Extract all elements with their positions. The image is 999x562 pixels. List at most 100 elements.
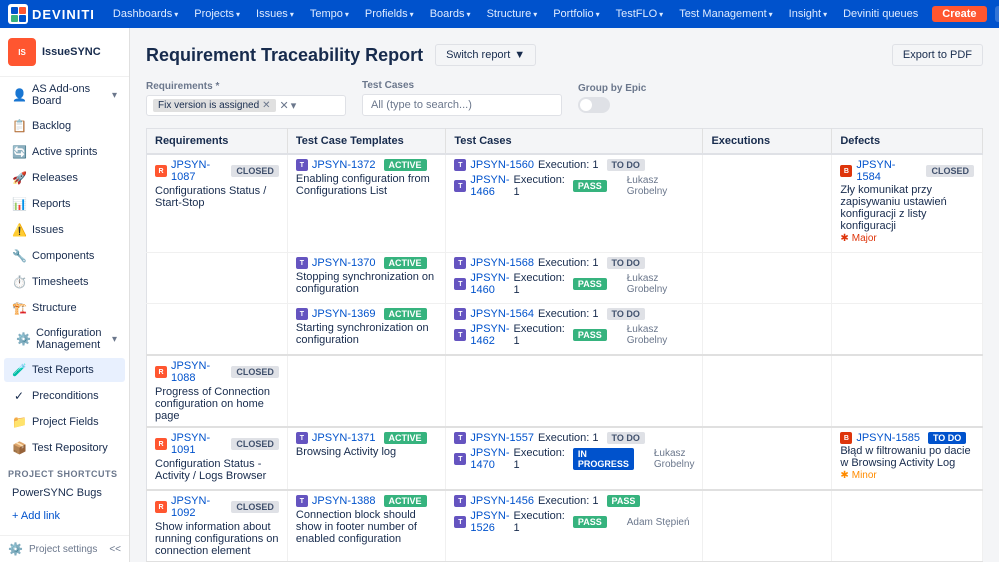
nav-dashboards[interactable]: Dashboards▾	[107, 6, 184, 22]
tct-link[interactable]: T JPSYN-1370 ACTIVE	[296, 257, 437, 269]
tc-id[interactable]: JPSYN-1564	[470, 308, 534, 320]
sidebar-item-test-repository[interactable]: 📦 Test Repository	[4, 436, 125, 460]
tct-link[interactable]: T JPSYN-1371 ACTIVE	[296, 432, 437, 444]
sidebar-project-header[interactable]: IS IssueSYNC	[0, 28, 129, 77]
tc-user: Łukasz Grobelny	[627, 273, 695, 295]
severity-label: Major	[852, 233, 877, 244]
sidebar-item-config-mgmt[interactable]: ⚙️ Configuration Management ▾	[8, 322, 125, 356]
req-id[interactable]: JPSYN-1092	[171, 495, 223, 519]
sidebar-item-issues[interactable]: ⚠️ Issues	[4, 218, 125, 242]
defect-id[interactable]: JPSYN-1584	[856, 159, 918, 183]
req-icon: R	[155, 165, 167, 177]
project-settings[interactable]: ⚙️ Project settings <<	[0, 535, 129, 562]
tct-id[interactable]: JPSYN-1388	[312, 495, 376, 507]
tc-status-badge: To Do	[607, 159, 645, 171]
req-item: R JPSYN-1087 CLOSED Configurations Statu…	[155, 159, 279, 209]
collapse-sidebar-button[interactable]: <<	[109, 544, 121, 555]
export-pdf-button[interactable]: Export to PDF	[892, 44, 983, 66]
tc-exec-label: Execution: 1	[514, 272, 565, 296]
nav-testflo[interactable]: TestFLO▾	[610, 6, 670, 22]
sidebar-item-preconditions[interactable]: ✓ Preconditions	[4, 384, 125, 408]
nav-issues[interactable]: Issues▾	[250, 6, 300, 22]
sidebar-item-components[interactable]: 🔧 Components	[4, 244, 125, 268]
add-link-button[interactable]: + Add link	[4, 506, 125, 526]
tc-id[interactable]: JPSYN-1557	[470, 432, 534, 444]
timesheets-icon: ⏱️	[12, 275, 26, 289]
th-test-case-templates: Test Case Templates	[287, 129, 445, 155]
defect-cell	[832, 253, 983, 304]
sidebar-item-project-fields[interactable]: 📁 Project Fields	[4, 410, 125, 434]
nav-projects[interactable]: Projects▾	[188, 6, 246, 22]
report-table: Requirements Test Case Templates Test Ca…	[146, 128, 983, 562]
tc-cell: T JPSYN-1564 Execution: 1 To Do T JPSYN-…	[446, 304, 703, 356]
defect-link[interactable]: B JPSYN-1585 TO DO	[840, 432, 974, 444]
nav-insight[interactable]: Insight▾	[783, 6, 833, 22]
create-button[interactable]: Create	[932, 6, 986, 22]
sidebar: IS IssueSYNC 👤 AS Add-ons Board ▾ 📋 Back…	[0, 28, 130, 562]
req-link[interactable]: R JPSYN-1092 CLOSED	[155, 495, 279, 519]
tc-id[interactable]: JPSYN-1568	[470, 257, 534, 269]
sidebar-item-label: Structure	[32, 302, 77, 314]
tc-exec-label: Execution: 1	[514, 510, 565, 534]
req-icon: R	[155, 366, 167, 378]
req-id[interactable]: JPSYN-1088	[171, 360, 223, 384]
defect-id[interactable]: JPSYN-1585	[856, 432, 920, 444]
req-link[interactable]: R JPSYN-1091 CLOSED	[155, 432, 279, 456]
sidebar-item-releases[interactable]: 🚀 Releases	[4, 166, 125, 190]
nav-profields[interactable]: Profields▾	[359, 6, 420, 22]
sidebar-item-addons[interactable]: 👤 AS Add-ons Board ▾	[4, 78, 125, 112]
nav-tempo[interactable]: Tempo▾	[304, 6, 355, 22]
tc-id[interactable]: JPSYN-1456	[470, 495, 534, 507]
nav-test-management[interactable]: Test Management▾	[673, 6, 778, 22]
tc-id[interactable]: JPSYN-1466	[470, 174, 509, 198]
sidebar-shortcut-powersync[interactable]: PowerSYNC Bugs	[4, 482, 125, 504]
tc-id[interactable]: JPSYN-1462	[470, 323, 509, 347]
defect-link[interactable]: B JPSYN-1584 CLOSED	[840, 159, 974, 183]
nav-portfolio[interactable]: Portfolio▾	[547, 6, 605, 22]
tct-link[interactable]: T JPSYN-1388 ACTIVE	[296, 495, 437, 507]
req-id[interactable]: JPSYN-1091	[171, 432, 223, 456]
tct-id[interactable]: JPSYN-1369	[312, 308, 376, 320]
tct-link[interactable]: T JPSYN-1369 ACTIVE	[296, 308, 437, 320]
nav-boards[interactable]: Boards▾	[424, 6, 477, 22]
tc-id[interactable]: JPSYN-1560	[470, 159, 534, 171]
requirements-filter-input[interactable]: Fix version is assigned ✕ ✕ ▾	[146, 95, 346, 116]
tct-id[interactable]: JPSYN-1372	[312, 159, 376, 171]
test-cases-select[interactable]: All (type to search...)	[362, 94, 562, 116]
tc-user: Adam Stępień	[627, 517, 695, 528]
filter-expand-icon[interactable]: ▾	[291, 99, 297, 112]
tc-id[interactable]: JPSYN-1470	[470, 447, 509, 471]
tct-link[interactable]: T JPSYN-1372 ACTIVE	[296, 159, 437, 171]
tc-exec-label: Execution: 1	[538, 308, 599, 320]
nav-deviniti-queues[interactable]: Deviniti queues	[837, 6, 924, 22]
req-link[interactable]: R JPSYN-1088 CLOSED	[155, 360, 279, 384]
req-icon: R	[155, 438, 167, 450]
sidebar-item-test-reports[interactable]: 🧪 Test Reports	[4, 358, 125, 382]
tc-id[interactable]: JPSYN-1460	[470, 272, 509, 296]
filter-clear-icon[interactable]: ✕	[280, 99, 289, 112]
exec-cell	[703, 427, 832, 490]
req-badge: CLOSED	[231, 366, 279, 378]
sidebar-item-backlog[interactable]: 📋 Backlog	[4, 114, 125, 138]
tct-icon: T	[296, 308, 308, 320]
tc-status-badge: To Do	[607, 257, 645, 269]
sidebar-item-active-sprints[interactable]: 🔄 Active sprints	[4, 140, 125, 164]
tc-id[interactable]: JPSYN-1526	[470, 510, 509, 534]
tct-id[interactable]: JPSYN-1370	[312, 257, 376, 269]
tc-cell: T JPSYN-1456 Execution: 1 Pass T JPSYN-1…	[446, 490, 703, 562]
tc-exec-item: T JPSYN-1526 Execution: 1 Pass Adam Stęp…	[454, 510, 694, 534]
req-badge: CLOSED	[231, 501, 279, 513]
test-cases-filter-group: Test Cases All (type to search...)	[362, 80, 562, 116]
requirements-filter-tag-remove[interactable]: ✕	[262, 100, 270, 111]
sidebar-item-reports[interactable]: 📊 Reports	[4, 192, 125, 216]
switch-report-button[interactable]: Switch report ▼	[435, 44, 536, 66]
req-link[interactable]: R JPSYN-1087 CLOSED	[155, 159, 279, 183]
group-by-toggle[interactable]	[578, 97, 610, 113]
nav-structure[interactable]: Structure▾	[481, 6, 544, 22]
sidebar-item-structure[interactable]: 🏗️ Structure	[4, 296, 125, 320]
search-input[interactable]	[995, 6, 999, 22]
req-id[interactable]: JPSYN-1087	[171, 159, 223, 183]
logo[interactable]: DEVINITI	[8, 4, 95, 24]
tct-id[interactable]: JPSYN-1371	[312, 432, 376, 444]
sidebar-item-timesheets[interactable]: ⏱️ Timesheets	[4, 270, 125, 294]
